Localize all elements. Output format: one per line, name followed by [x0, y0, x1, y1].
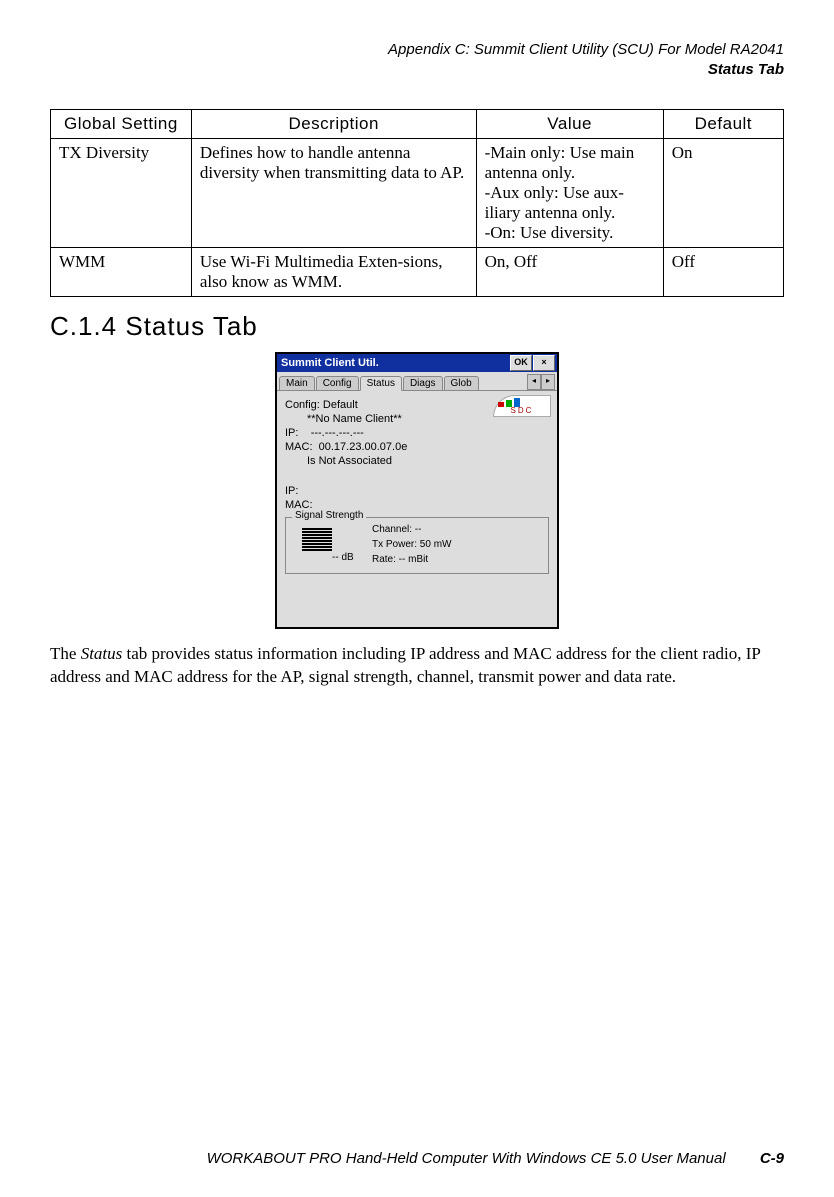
mac1-value: 00.17.23.00.07.0e [319, 441, 408, 453]
page-header: Appendix C: Summit Client Utility (SCU) … [50, 40, 784, 79]
table-row: TX Diversity Defines how to handle anten… [51, 139, 784, 248]
logo-text: SDC [511, 406, 534, 415]
txpower-line: Tx Power: 50 mW [372, 537, 542, 552]
signal-bars-icon [302, 527, 332, 552]
tab-scroll-left-icon[interactable]: ◂ [527, 374, 541, 390]
settings-table: Global Setting Description Value Default… [50, 109, 784, 297]
signal-strength-group: Signal Strength -- dB Channel: -- Tx Pow… [285, 517, 549, 574]
db-value: -- dB [332, 552, 372, 563]
signal-legend: Signal Strength [292, 510, 366, 521]
close-button[interactable]: × [533, 355, 555, 371]
para-prefix: The [50, 644, 81, 663]
sdc-logo: SDC [493, 395, 551, 417]
window-title: Summit Client Util. [279, 357, 509, 369]
cell-setting: TX Diversity [51, 139, 192, 248]
header-line2: Status Tab [50, 60, 784, 80]
footer-pagenum: C-9 [760, 1150, 784, 1167]
tab-scroll-right-icon[interactable]: ▸ [541, 374, 555, 390]
section-heading: C.1.4 Status Tab [50, 311, 784, 342]
para-suffix: tab provides status information includin… [50, 644, 760, 686]
cell-description: Defines how to handle antenna diversity … [191, 139, 476, 248]
client-area: SDC Config: Default **No Name Client** I… [277, 391, 557, 627]
col-header-description: Description [191, 110, 476, 139]
channel-line: Channel: -- [372, 522, 542, 537]
tab-main[interactable]: Main [279, 376, 315, 390]
ip1-label: IP: [285, 427, 298, 439]
rate-line: Rate: -- mBit [372, 552, 542, 567]
tab-strip: Main Config Status Diags Glob ◂ ▸ [277, 372, 557, 391]
screenshot-wrap: Summit Client Util. OK × Main Config Sta… [50, 352, 784, 629]
mac1-label: MAC: [285, 441, 313, 453]
table-header-row: Global Setting Description Value Default [51, 110, 784, 139]
footer-booktitle: WORKABOUT PRO Hand-Held Computer With Wi… [207, 1150, 726, 1167]
col-header-value: Value [476, 110, 663, 139]
tab-status[interactable]: Status [360, 376, 402, 391]
cell-default: Off [663, 248, 783, 297]
header-line1: Appendix C: Summit Client Utility (SCU) … [50, 40, 784, 60]
ip1-value: ---.---.---.--- [311, 427, 364, 439]
ip1-line: IP: ---.---.---.--- [285, 427, 549, 439]
col-header-default: Default [663, 110, 783, 139]
tab-scroll: ◂ ▸ [527, 374, 555, 390]
tab-glob[interactable]: Glob [444, 376, 479, 390]
cell-value: On, Off [476, 248, 663, 297]
titlebar: Summit Client Util. OK × [277, 354, 557, 372]
ok-button[interactable]: OK [510, 355, 532, 371]
page-footer: WORKABOUT PRO Hand-Held Computer With Wi… [50, 1150, 784, 1167]
cell-value: -Main only: Use main antenna only. -Aux … [476, 139, 663, 248]
app-window: Summit Client Util. OK × Main Config Sta… [275, 352, 559, 629]
tab-config[interactable]: Config [316, 376, 359, 390]
col-header-setting: Global Setting [51, 110, 192, 139]
cell-description: Use Wi-Fi Multimedia Exten-sions, also k… [191, 248, 476, 297]
assoc-line: Is Not Associated [285, 455, 549, 467]
table-row: WMM Use Wi-Fi Multimedia Exten-sions, al… [51, 248, 784, 297]
cell-default: On [663, 139, 783, 248]
ip2-line: IP: [285, 485, 549, 497]
para-italic: Status [81, 644, 123, 663]
cell-setting: WMM [51, 248, 192, 297]
tab-diags[interactable]: Diags [403, 376, 443, 390]
mac1-line: MAC: 00.17.23.00.07.0e [285, 441, 549, 453]
body-paragraph: The Status tab provides status informati… [50, 643, 784, 689]
